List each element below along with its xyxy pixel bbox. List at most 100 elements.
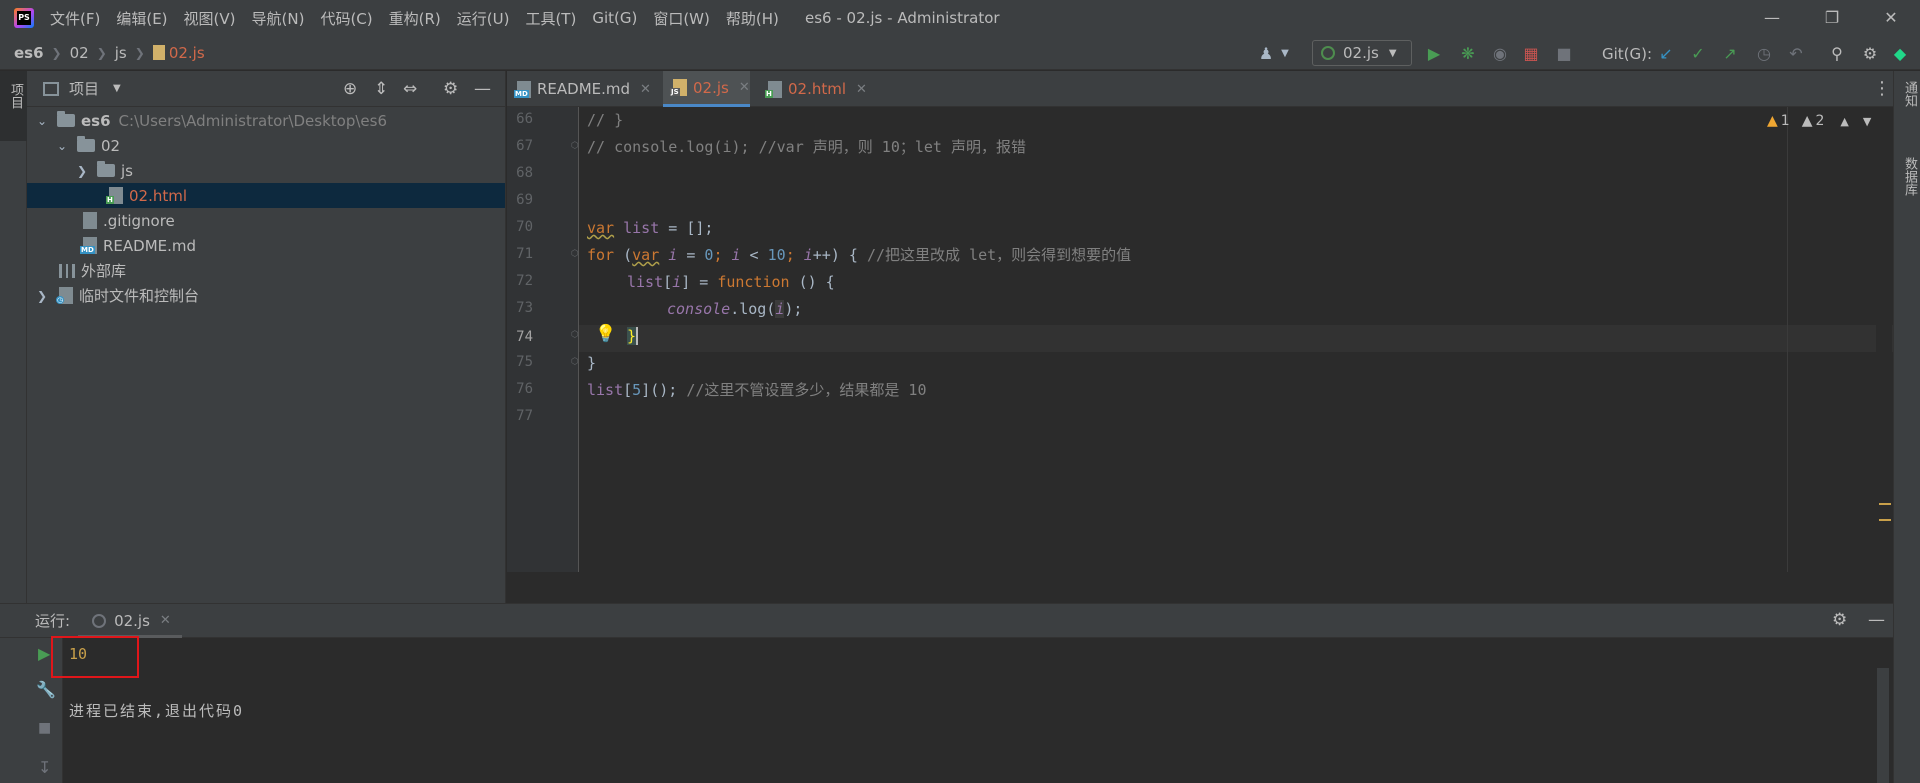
fold-icon[interactable]: ⬡ (571, 330, 579, 340)
editor-tab-bar: MD README.md ✕ JS 02.js ✕ H 02.html ✕ ⋮ (507, 71, 1893, 107)
search-icon[interactable]: ⚲ (1827, 44, 1847, 64)
menu-navigate[interactable]: 导航(N) (252, 8, 305, 29)
run-icon[interactable]: ▶ (1424, 44, 1444, 64)
breadcrumb-separator-icon: ❯ (51, 45, 62, 60)
restore-icon[interactable]: ❐ (1820, 6, 1844, 30)
notifications-tab[interactable]: 通知 (1900, 81, 1919, 107)
hide-panel-icon[interactable]: — (474, 79, 491, 99)
title-bar: 文件(F) 编辑(E) 视图(V) 导航(N) 代码(C) 重构(R) 运行(U… (0, 0, 1920, 36)
minimize-icon[interactable]: — (1760, 6, 1784, 30)
chevron-down-icon[interactable]: ⌄ (33, 114, 51, 128)
git-history-icon[interactable]: ◷ (1754, 44, 1774, 64)
tree-item-label: 临时文件和控制台 (79, 287, 200, 305)
menu-refactor[interactable]: 重构(R) (389, 8, 441, 29)
collapse-all-icon[interactable]: ⇔ (403, 79, 417, 99)
tree-item-external-libraries[interactable]: 外部库 (27, 258, 505, 283)
tab-label: 02.html (788, 80, 847, 98)
line-number: 72 (516, 273, 533, 289)
breadcrumb-subfolder[interactable]: js (115, 44, 127, 62)
debug-icon[interactable]: ❋ (1458, 44, 1478, 64)
tree-item-js[interactable]: ❯ js (27, 158, 505, 183)
rerun-icon[interactable]: ▶ (38, 644, 50, 663)
run-tab-label[interactable]: 02.js (114, 612, 150, 630)
js-file-icon: JS (670, 79, 687, 96)
previous-problem-icon[interactable]: ▲ (1840, 115, 1848, 128)
close-icon[interactable]: ✕ (160, 613, 171, 628)
git-push-icon[interactable]: ↗ (1720, 44, 1740, 64)
left-tool-strip: 项目 (0, 71, 27, 603)
folder-icon (97, 161, 115, 177)
locate-icon[interactable]: ⊕ (343, 79, 357, 99)
menu-help[interactable]: 帮助(H) (726, 8, 779, 29)
tree-item-02-html[interactable]: H 02.html (27, 183, 505, 208)
coverage-icon[interactable]: ◉ (1490, 44, 1510, 64)
scroll-marker (1879, 503, 1891, 521)
menu-edit[interactable]: 编辑(E) (116, 8, 167, 29)
tree-item-gitignore[interactable]: .gitignore (27, 208, 505, 233)
stop-icon[interactable]: ■ (1554, 44, 1574, 64)
menu-tools[interactable]: 工具(T) (525, 8, 576, 29)
tab-readme[interactable]: MD README.md ✕ (507, 71, 651, 107)
fold-icon[interactable]: ⬡ (571, 357, 579, 367)
close-icon[interactable]: ✕ (856, 82, 867, 97)
tree-item-es6[interactable]: ⌄ es6 C:\Users\Administrator\Desktop\es6 (27, 108, 505, 133)
git-rollback-icon[interactable]: ↶ (1786, 44, 1806, 64)
menu-file[interactable]: 文件(F) (50, 8, 100, 29)
chevron-down-icon[interactable]: ▼ (113, 83, 121, 94)
run-configuration-select[interactable]: 02.js ▼ (1312, 40, 1412, 66)
chevron-down-icon[interactable]: ⌄ (53, 139, 71, 153)
hide-panel-icon[interactable]: — (1868, 610, 1885, 630)
editor-scrollbar[interactable] (1876, 107, 1892, 572)
nodejs-icon (1321, 46, 1335, 60)
menu-git[interactable]: Git(G) (592, 9, 637, 27)
fold-icon[interactable]: ⬡ (571, 249, 579, 259)
tree-item-scratches[interactable]: ❯ ◷ 临时文件和控制台 (27, 283, 505, 308)
inspection-widget[interactable]: ▲ 1 ▲ 2 ▲ ▼ (1767, 113, 1871, 129)
menu-code[interactable]: 代码(C) (320, 8, 372, 29)
tree-item-readme[interactable]: MD README.md (27, 233, 505, 258)
chevron-down-icon[interactable]: ▼ (1275, 44, 1295, 64)
settings-icon[interactable]: ⚙ (1860, 44, 1880, 64)
menu-run[interactable]: 运行(U) (457, 8, 510, 29)
menu-view[interactable]: 视图(V) (184, 8, 236, 29)
chevron-right-icon[interactable]: ❯ (33, 289, 51, 303)
project-panel-title[interactable]: 项目 (69, 78, 99, 99)
breadcrumb-folder[interactable]: 02 (70, 44, 89, 62)
weak-warning-icon: ▲ (1801, 113, 1813, 129)
scroll-to-end-icon[interactable]: ↧ (38, 758, 51, 777)
database-tab[interactable]: 数据库 (1900, 157, 1919, 196)
project-tool-tab[interactable]: 项目 (0, 71, 27, 141)
breadcrumb-file[interactable]: 02.js (169, 44, 205, 62)
git-commit-icon[interactable]: ✓ (1688, 44, 1708, 64)
next-problem-icon[interactable]: ▼ (1863, 115, 1871, 128)
chevron-right-icon[interactable]: ❯ (73, 164, 91, 178)
code-line-73: console.log(i); (667, 300, 803, 318)
close-window-icon[interactable]: ✕ (1879, 6, 1903, 30)
stop-icon[interactable]: ■ (38, 720, 51, 736)
menu-window[interactable]: 窗口(W) (653, 8, 710, 29)
more-tabs-icon[interactable]: ⋮ (1873, 78, 1891, 99)
breadcrumb-project[interactable]: es6 (14, 44, 44, 62)
console-scrollbar[interactable] (1877, 668, 1889, 783)
close-icon[interactable]: ✕ (739, 80, 750, 95)
fold-icon[interactable]: ⬡ (571, 141, 579, 151)
profile-icon[interactable]: ▦ (1521, 44, 1541, 64)
wrench-icon[interactable]: 🔧 (36, 680, 56, 699)
gear-icon[interactable]: ⚙ (443, 79, 458, 99)
tree-item-path: C:\Users\Administrator\Desktop\es6 (118, 111, 387, 130)
toolbox-icon[interactable]: ◆ (1890, 44, 1910, 64)
project-tool-tab-label: 项目 (8, 83, 23, 109)
tab-02-js[interactable]: JS 02.js ✕ (663, 71, 750, 107)
git-update-icon[interactable]: ↙ (1656, 44, 1676, 64)
close-icon[interactable]: ✕ (640, 82, 651, 97)
code-editor[interactable]: 66 67 68 69 70 71 72 73 74 75 76 77 💡 ⬡ … (507, 107, 1893, 572)
git-label: Git(G): (1601, 45, 1653, 63)
gear-icon[interactable]: ⚙ (1832, 610, 1847, 630)
tab-label: README.md (537, 80, 631, 98)
line-number: 76 (516, 381, 533, 397)
intention-bulb-icon[interactable]: 💡 (595, 324, 616, 344)
tab-02-html[interactable]: H 02.html ✕ (758, 71, 867, 107)
expand-all-icon[interactable]: ⇕ (374, 79, 388, 99)
user-icon[interactable]: ♟ (1256, 44, 1276, 64)
tree-item-02[interactable]: ⌄ 02 (27, 133, 505, 158)
